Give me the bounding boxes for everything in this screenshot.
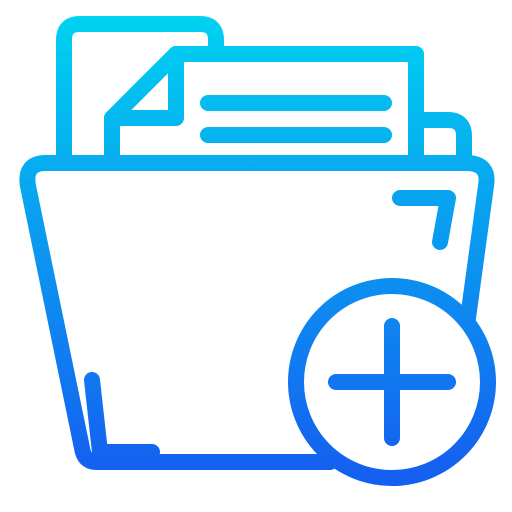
- bottom-left-corner-accent: [84, 372, 160, 460]
- top-right-corner-accent: [392, 190, 456, 250]
- add-folder-icon: [19, 16, 496, 486]
- add-folder-icon-canvas: [0, 0, 512, 512]
